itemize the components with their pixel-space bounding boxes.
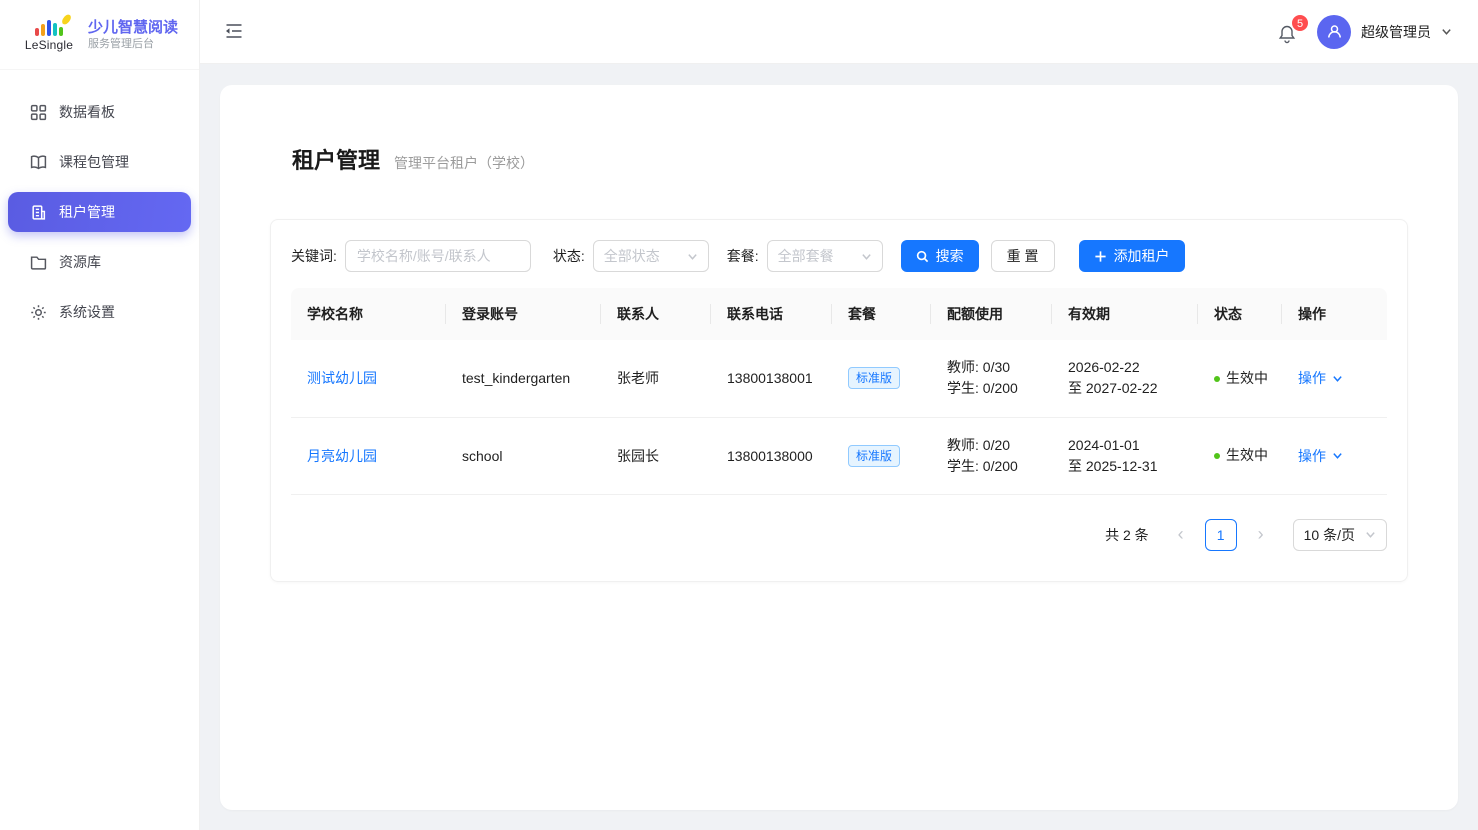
account-cell: test_kindergarten [446, 340, 601, 417]
school-link[interactable]: 月亮幼儿园 [307, 448, 377, 464]
sidebar-item-resources[interactable]: 资源库 [8, 242, 191, 282]
tenant-table: 学校名称 登录账号 联系人 联系电话 套餐 配额使用 有效期 状态 操作 [291, 288, 1387, 495]
col-school: 学校名称 [291, 288, 446, 340]
search-button[interactable]: 搜索 [901, 240, 979, 272]
prev-page-button[interactable]: ‹ [1165, 519, 1197, 551]
sidebar: LeSingle 少儿智慧阅读 服务管理后台 数据看板 课程包管理 租户管理 资… [0, 0, 200, 830]
sidebar-item-label: 租户管理 [59, 202, 115, 222]
spark-icon [61, 13, 72, 26]
col-quota: 配额使用 [931, 288, 1052, 340]
user-icon [1326, 23, 1343, 40]
account-cell: school [446, 417, 601, 494]
tenant-panel: 关键词: 状态: 全部状态 套餐: 全部套餐 [270, 219, 1408, 582]
logo: LeSingle 少儿智慧阅读 服务管理后台 [0, 0, 199, 70]
page-size-value: 10 条/页 [1304, 525, 1355, 545]
status-dot-icon [1214, 453, 1220, 459]
user-menu[interactable]: 超级管理员 [1317, 15, 1452, 49]
status-dot-icon [1214, 376, 1220, 382]
status-select-value: 全部状态 [604, 246, 660, 266]
filter-bar: 关键词: 状态: 全部状态 套餐: 全部套餐 [291, 240, 1387, 272]
col-account: 登录账号 [446, 288, 601, 340]
gear-icon [30, 304, 47, 321]
tenant-card: 租户管理 管理平台租户（学校） 关键词: 状态: 全部状态 套餐: [220, 85, 1458, 810]
folder-icon [30, 254, 47, 271]
dashboard-icon [30, 104, 47, 121]
col-contact: 联系人 [601, 288, 711, 340]
status-select[interactable]: 全部状态 [593, 240, 709, 272]
plan-badge: 标准版 [848, 445, 900, 467]
keyword-input[interactable] [345, 240, 531, 272]
notification-count-badge: 5 [1291, 14, 1309, 32]
col-phone: 联系电话 [711, 288, 832, 340]
page-size-select[interactable]: 10 条/页 [1293, 519, 1387, 551]
pagination: 共 2 条 ‹ 1 › 10 条/页 [291, 519, 1387, 551]
col-status: 状态 [1198, 288, 1282, 340]
page-number-1[interactable]: 1 [1205, 519, 1237, 551]
plus-icon [1094, 250, 1107, 263]
notification-bell-icon[interactable]: 5 [1277, 20, 1301, 44]
row-actions-dropdown[interactable]: 操作 [1298, 368, 1343, 388]
plan-label: 套餐: [727, 246, 759, 266]
validity-cell: 2024-01-01 至 2025-12-31 [1052, 417, 1198, 494]
status-badge: 生效中 [1226, 447, 1268, 463]
app-title: 少儿智慧阅读 [88, 18, 178, 37]
quota-cell: 教师: 0/30 学生: 0/200 [931, 340, 1052, 417]
pagination-total: 共 2 条 [1105, 525, 1149, 545]
brand-logo-icon: LeSingle [20, 18, 78, 52]
sidebar-menu: 数据看板 课程包管理 租户管理 资源库 系统设置 [0, 70, 199, 332]
table-row: 测试幼儿园 test_kindergarten 张老师 13800138001 … [291, 340, 1387, 417]
col-plan: 套餐 [832, 288, 931, 340]
sidebar-item-settings[interactable]: 系统设置 [8, 292, 191, 332]
status-cell: 生效中 [1198, 417, 1282, 494]
sidebar-item-course-packages[interactable]: 课程包管理 [8, 142, 191, 182]
add-tenant-button[interactable]: 添加租户 [1079, 240, 1185, 272]
page-subtitle: 管理平台租户（学校） [394, 153, 534, 173]
app-subtitle: 服务管理后台 [88, 37, 178, 52]
search-icon [916, 250, 929, 263]
chevron-down-icon [1332, 373, 1343, 384]
building-icon [30, 204, 47, 221]
plan-badge: 标准版 [848, 367, 900, 389]
content-area: 租户管理 管理平台租户（学校） 关键词: 状态: 全部状态 套餐: [200, 64, 1478, 830]
quota-cell: 教师: 0/20 学生: 0/200 [931, 417, 1052, 494]
sidebar-item-label: 课程包管理 [59, 152, 129, 172]
col-validity: 有效期 [1052, 288, 1198, 340]
status-label: 状态: [553, 246, 585, 266]
book-icon [30, 154, 47, 171]
status-cell: 生效中 [1198, 340, 1282, 417]
sidebar-item-label: 系统设置 [59, 302, 115, 322]
sidebar-item-label: 数据看板 [59, 102, 115, 122]
col-actions: 操作 [1282, 288, 1387, 340]
user-name: 超级管理员 [1361, 22, 1431, 42]
page-title: 租户管理 [292, 143, 380, 175]
top-header: 5 超级管理员 [200, 0, 1478, 64]
chevron-down-icon [1365, 529, 1376, 540]
status-badge: 生效中 [1226, 370, 1268, 386]
avatar [1317, 15, 1351, 49]
chevron-down-icon [861, 251, 872, 262]
brand-name: LeSingle [25, 38, 73, 52]
sidebar-item-label: 资源库 [59, 252, 101, 272]
plan-select-value: 全部套餐 [778, 246, 834, 266]
table-header-row: 学校名称 登录账号 联系人 联系电话 套餐 配额使用 有效期 状态 操作 [291, 288, 1387, 340]
validity-cell: 2026-02-22 至 2027-02-22 [1052, 340, 1198, 417]
chevron-down-icon [1332, 450, 1343, 461]
phone-cell: 13800138000 [711, 417, 832, 494]
sidebar-item-dashboard[interactable]: 数据看板 [8, 92, 191, 132]
plan-select[interactable]: 全部套餐 [767, 240, 883, 272]
row-actions-dropdown[interactable]: 操作 [1298, 446, 1343, 466]
keyword-label: 关键词: [291, 246, 337, 266]
next-page-button[interactable]: › [1245, 519, 1277, 551]
phone-cell: 13800138001 [711, 340, 832, 417]
table-row: 月亮幼儿园 school 张园长 13800138000 标准版 教师: 0/2… [291, 417, 1387, 494]
chevron-down-icon [687, 251, 698, 262]
sidebar-item-tenants[interactable]: 租户管理 [8, 192, 191, 232]
contact-cell: 张老师 [601, 340, 711, 417]
contact-cell: 张园长 [601, 417, 711, 494]
school-link[interactable]: 测试幼儿园 [307, 370, 377, 386]
chevron-down-icon [1441, 26, 1452, 37]
reset-button[interactable]: 重 置 [991, 240, 1055, 272]
menu-fold-icon[interactable] [224, 21, 246, 43]
